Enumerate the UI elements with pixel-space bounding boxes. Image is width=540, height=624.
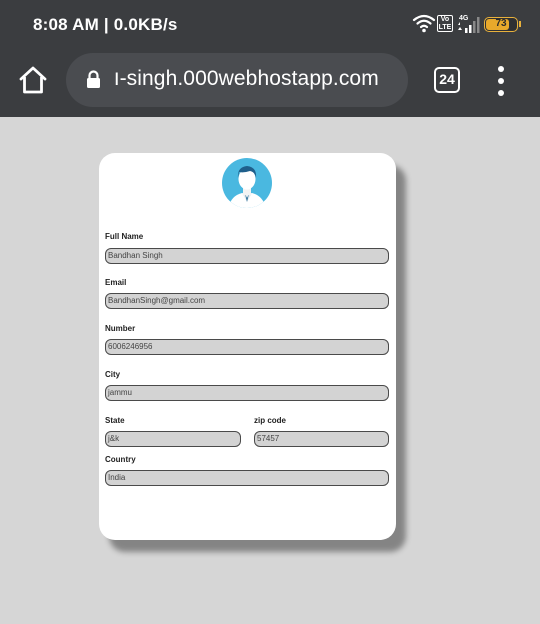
- url-text[interactable]: ו-singh.000webhostapp.com: [114, 67, 379, 91]
- state-label: State: [105, 416, 125, 425]
- country-label: Country: [105, 455, 136, 464]
- zip-code-input[interactable]: 57457: [254, 431, 389, 447]
- battery-icon: 73: [484, 17, 518, 32]
- number-label: Number: [105, 324, 136, 333]
- full-name-input[interactable]: Bandhan Singh: [105, 248, 389, 264]
- overflow-menu-icon[interactable]: [493, 66, 509, 96]
- city-label: City: [105, 370, 121, 379]
- lock-icon[interactable]: [86, 70, 101, 89]
- city-input[interactable]: jammu: [105, 385, 389, 401]
- full-name-label: Full Name: [105, 232, 144, 241]
- tabs-icon[interactable]: 24: [434, 67, 460, 93]
- status-bar: 8:08 AM | 0.0KB/s Vo LTE 4G 73: [0, 0, 540, 48]
- user-avatar-icon: [222, 158, 272, 208]
- battery-level: 73: [495, 18, 507, 29]
- state-input[interactable]: j&k: [105, 431, 241, 447]
- profile-card: Full Name Bandhan Singh Email BandhanSin…: [99, 153, 396, 540]
- email-label: Email: [105, 278, 127, 287]
- home-icon[interactable]: [18, 65, 48, 95]
- status-time: 8:08 AM | 0.0KB/s: [33, 15, 178, 34]
- email-input[interactable]: BandhanSingh@gmail.com: [105, 293, 389, 309]
- network-type-label: 4G: [459, 15, 469, 22]
- number-input[interactable]: 6006246956: [105, 339, 389, 355]
- browser-toolbar: ו-singh.000webhostapp.com 24: [0, 48, 540, 117]
- country-input[interactable]: India: [105, 470, 389, 486]
- wifi-icon: [412, 14, 436, 33]
- tab-count[interactable]: 24: [439, 71, 455, 87]
- volte-icon: Vo LTE: [437, 15, 453, 32]
- battery-tip: [519, 21, 521, 27]
- signal-icon: 4G: [458, 15, 480, 33]
- url-bar[interactable]: ו-singh.000webhostapp.com: [66, 53, 408, 107]
- volte-label: Vo LTE: [438, 16, 452, 31]
- zip-code-label: zip code: [254, 416, 287, 425]
